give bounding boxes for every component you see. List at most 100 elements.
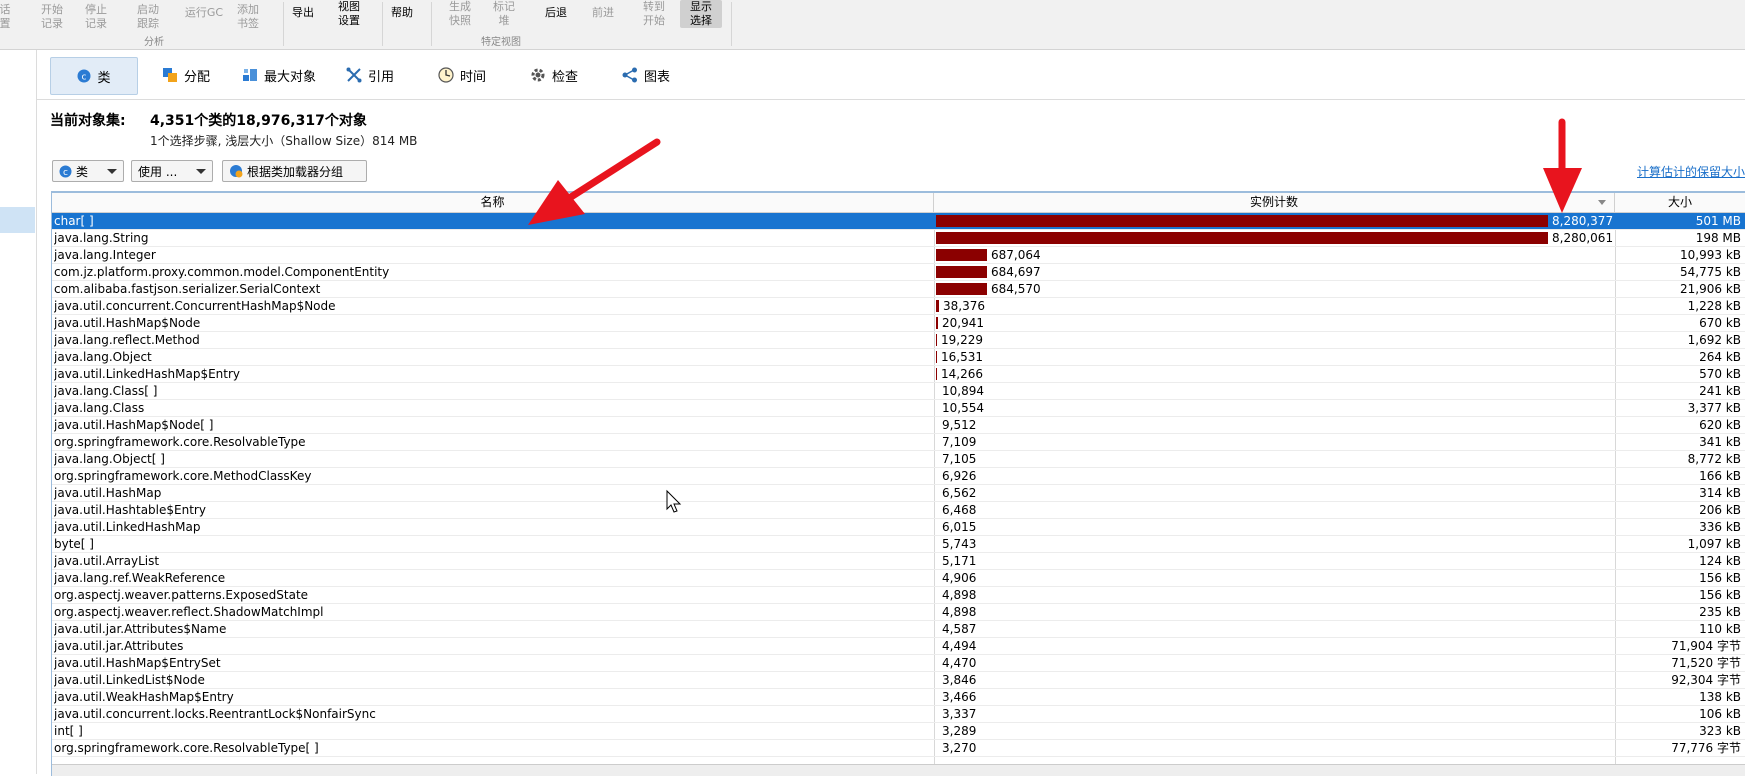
instance-count-value: 16,531 bbox=[941, 350, 983, 364]
instance-count-value: 6,468 bbox=[942, 503, 977, 517]
table-row[interactable]: java.lang.Integer 687,064 10,993 kB bbox=[52, 247, 1745, 264]
tab-allocations[interactable]: 分配 bbox=[162, 57, 210, 93]
view-settings-button[interactable]: 视图 设置 bbox=[336, 0, 362, 28]
table-row[interactable]: java.util.jar.Attributes$Name 4,587 110 kB bbox=[52, 621, 1745, 638]
shallow-size-cell: 314 kB bbox=[1699, 486, 1741, 500]
tab-graph[interactable]: 图表 bbox=[622, 57, 670, 93]
shallow-size-cell: 21,906 kB bbox=[1680, 282, 1741, 296]
instance-count-cell: 20,941 bbox=[936, 315, 1614, 331]
instance-count-value: 3,289 bbox=[942, 724, 977, 738]
class-name-cell: java.util.LinkedList$Node bbox=[54, 673, 205, 687]
instance-count-cell: 14,266 bbox=[936, 366, 1614, 382]
table-row[interactable]: java.lang.Class[ ] 10,894 241 kB bbox=[52, 383, 1745, 400]
tab-classes[interactable]: c 类 bbox=[50, 57, 138, 95]
group-by-classloader-button[interactable]: 根据类加载器分组 bbox=[222, 160, 367, 182]
table-row[interactable]: java.lang.Class 10,554 3,377 kB bbox=[52, 400, 1745, 417]
run-gc-button[interactable]: 运行GC bbox=[182, 6, 226, 20]
column-header-name[interactable]: 名称 bbox=[52, 193, 934, 212]
mark-heap-button[interactable]: 标记 堆 bbox=[491, 0, 517, 28]
start-trace-button[interactable]: 启动 跟踪 bbox=[136, 3, 160, 31]
class-name-cell: java.util.Hashtable$Entry bbox=[54, 503, 206, 517]
instance-count-value: 19,229 bbox=[941, 333, 983, 347]
instance-count-cell: 3,337 bbox=[936, 706, 1614, 722]
shallow-size-cell: 323 kB bbox=[1699, 724, 1741, 738]
calc-retained-size-link[interactable]: 计算估计的保留大小 bbox=[1637, 163, 1745, 180]
tab-biggest-objects[interactable]: 最大对象 bbox=[242, 57, 316, 93]
table-row[interactable]: java.lang.reflect.Method 19,229 1,692 kB bbox=[52, 332, 1745, 349]
table-row[interactable]: char[ ] 8,280,377 501 MB bbox=[52, 213, 1745, 230]
table-row[interactable]: org.aspectj.weaver.reflect.ShadowMatchIm… bbox=[52, 604, 1745, 621]
instance-count-value: 9,512 bbox=[942, 418, 977, 432]
class-name-cell: char[ ] bbox=[54, 214, 94, 228]
table-row[interactable]: java.lang.Object 16,531 264 kB bbox=[52, 349, 1745, 366]
table-row[interactable]: int[ ] 3,289 323 kB bbox=[52, 723, 1745, 740]
shallow-size-cell: 54,775 kB bbox=[1680, 265, 1741, 279]
class-view-select[interactable]: c 类 bbox=[52, 160, 124, 182]
instance-count-bar bbox=[936, 266, 987, 278]
left-panel-selected-item[interactable] bbox=[0, 207, 35, 233]
class-icon: c bbox=[59, 165, 72, 178]
instance-count-cell: 4,906 bbox=[936, 570, 1614, 586]
forward-button[interactable]: 前进 bbox=[590, 6, 616, 20]
tab-references[interactable]: 引用 bbox=[346, 57, 394, 93]
table-row[interactable]: java.util.concurrent.locks.ReentrantLock… bbox=[52, 706, 1745, 723]
column-header-size[interactable]: 大小 bbox=[1615, 193, 1745, 212]
table-row[interactable]: java.util.LinkedHashMap 6,015 336 kB bbox=[52, 519, 1745, 536]
class-name-cell: java.lang.Class[ ] bbox=[54, 384, 158, 398]
column-header-count[interactable]: 实例计数 bbox=[934, 193, 1615, 212]
table-row[interactable]: java.util.jar.Attributes 4,494 71,904 字节 bbox=[52, 638, 1745, 655]
table-row[interactable]: java.util.LinkedList$Node 3,846 92,304 字节 bbox=[52, 672, 1745, 689]
tab-label: 时间 bbox=[460, 69, 487, 85]
table-row[interactable]: java.util.LinkedHashMap$Entry 14,266 570 k… bbox=[52, 366, 1745, 383]
shallow-size-cell: 341 kB bbox=[1699, 435, 1741, 449]
export-button[interactable]: 导出 bbox=[290, 6, 316, 20]
start-record-button[interactable]: 开始 记录 bbox=[40, 3, 64, 31]
class-name-cell: java.util.WeakHashMap$Entry bbox=[54, 690, 234, 704]
table-row[interactable]: byte[ ] 5,743 1,097 kB bbox=[52, 536, 1745, 553]
settings-button[interactable]: 话 置 bbox=[0, 3, 14, 31]
back-button[interactable]: 后退 bbox=[543, 6, 569, 20]
instance-count-bar bbox=[936, 215, 1548, 227]
table-row[interactable]: java.util.WeakHashMap$Entry 3,466 138 kB bbox=[52, 689, 1745, 706]
table-row[interactable]: java.util.HashMap$Node 20,941 670 kB bbox=[52, 315, 1745, 332]
help-button[interactable]: 帮助 bbox=[389, 6, 415, 20]
table-row[interactable]: java.util.concurrent.ConcurrentHashMap$N… bbox=[52, 298, 1745, 315]
table-row[interactable]: com.jz.platform.proxy.common.model.Compo… bbox=[52, 264, 1745, 281]
shallow-size-cell: 235 kB bbox=[1699, 605, 1741, 619]
table-row[interactable]: java.util.Hashtable$Entry 6,468 206 kB bbox=[52, 502, 1745, 519]
goto-start-button[interactable]: 转到 开始 bbox=[641, 0, 667, 28]
table-row[interactable]: java.lang.Object[ ] 7,105 8,772 kB bbox=[52, 451, 1745, 468]
table-row[interactable]: org.aspectj.weaver.patterns.ExposedState… bbox=[52, 587, 1745, 604]
instance-count-cell: 5,743 bbox=[936, 536, 1614, 552]
tab-inspect[interactable]: 检查 bbox=[530, 57, 578, 93]
tab-label: 分配 bbox=[184, 69, 211, 85]
table-row[interactable]: com.alibaba.fastjson.serializer.SerialCo… bbox=[52, 281, 1745, 298]
chevron-down-icon bbox=[196, 168, 206, 174]
table-row[interactable]: java.lang.ref.WeakReference 4,906 156 kB bbox=[52, 570, 1745, 587]
table-row[interactable]: java.util.ArrayList 5,171 124 kB bbox=[52, 553, 1745, 570]
instance-count-value: 4,898 bbox=[942, 588, 977, 602]
classloader-icon bbox=[230, 165, 243, 178]
table-row[interactable]: org.springframework.core.ResolvableType[… bbox=[52, 740, 1745, 757]
instance-count-value: 5,743 bbox=[942, 537, 977, 551]
usage-select[interactable]: 使用 ... bbox=[131, 160, 213, 182]
shallow-size-cell: 77,776 字节 bbox=[1671, 741, 1741, 755]
table-row[interactable]: java.lang.String 8,280,061 198 MB bbox=[52, 230, 1745, 247]
generate-snapshot-button[interactable]: 生成 快照 bbox=[447, 0, 473, 28]
class-name-cell: java.util.concurrent.ConcurrentHashMap$N… bbox=[54, 299, 336, 313]
table-row[interactable]: java.util.HashMap$EntrySet 4,470 71,520 字节 bbox=[52, 655, 1745, 672]
tab-time[interactable]: 时间 bbox=[438, 57, 486, 93]
svg-text:c: c bbox=[63, 168, 68, 178]
shallow-size-cell: 670 kB bbox=[1699, 316, 1741, 330]
table-row[interactable]: java.util.HashMap 6,562 314 kB bbox=[52, 485, 1745, 502]
add-bookmark-button[interactable]: 添加 书签 bbox=[236, 3, 260, 31]
class-name-cell: org.springframework.core.ResolvableType[… bbox=[54, 741, 319, 755]
shallow-size-cell: 106 kB bbox=[1699, 707, 1741, 721]
selection-steps-info: 1个选择步骤, 浅层大小（Shallow Size）814 MB bbox=[150, 134, 418, 148]
table-row[interactable]: java.util.HashMap$Node[ ] 9,512 620 kB bbox=[52, 417, 1745, 434]
table-row[interactable]: org.springframework.core.MethodClassKey 6… bbox=[52, 468, 1745, 485]
table-row[interactable]: org.springframework.core.ResolvableType 7… bbox=[52, 434, 1745, 451]
class-name-cell: org.aspectj.weaver.patterns.ExposedState bbox=[54, 588, 309, 602]
stop-record-button[interactable]: 停止 记录 bbox=[84, 3, 108, 31]
show-selection-button[interactable]: 显示 选择 bbox=[680, 0, 722, 28]
